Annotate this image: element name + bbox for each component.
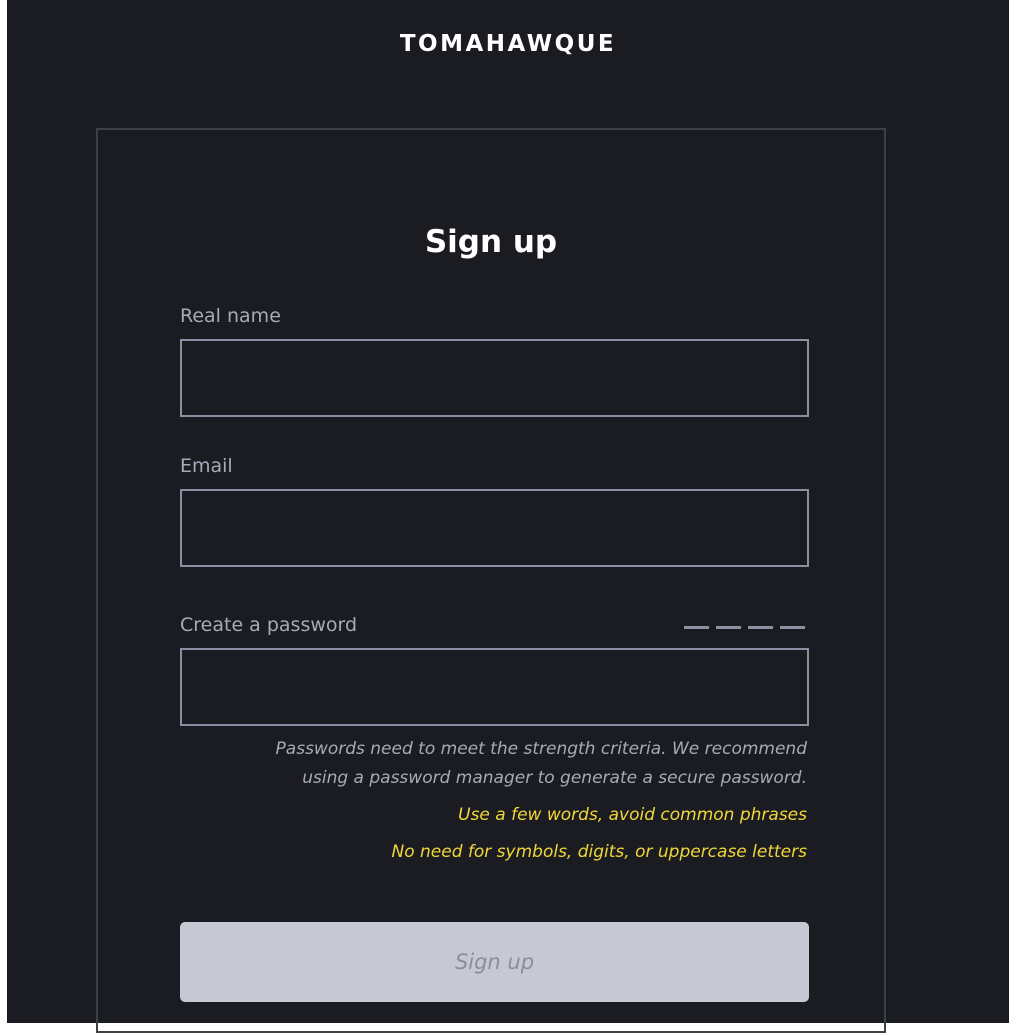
- brand-logo[interactable]: TOMAHAWQUE: [7, 31, 1009, 57]
- password-strength-meter: [684, 626, 805, 629]
- password-criteria-line-1: Passwords need to meet the strength crit…: [275, 739, 807, 759]
- real-name-label: Real name: [180, 305, 281, 327]
- password-criteria-line-2: using a password manager to generate a s…: [302, 768, 807, 788]
- email-input[interactable]: [180, 489, 809, 567]
- signup-card: Sign up Real name Email Create a passwor…: [96, 128, 886, 1033]
- password-tip-words: Use a few words, avoid common phrases: [458, 805, 807, 825]
- password-label: Create a password: [180, 614, 358, 636]
- strength-segment-3: [748, 626, 773, 629]
- sign-up-button[interactable]: Sign up: [180, 922, 809, 1002]
- app-root: TOMAHAWQUE Sign up Real name Email Creat…: [7, 0, 1009, 1033]
- real-name-input[interactable]: [180, 339, 809, 417]
- strength-segment-4: [780, 626, 805, 629]
- email-label: Email: [180, 455, 233, 477]
- password-input[interactable]: [180, 648, 809, 726]
- page-title: Sign up: [424, 224, 558, 260]
- strength-segment-1: [684, 626, 709, 629]
- strength-segment-2: [716, 626, 741, 629]
- password-criteria-text: Passwords need to meet the strength crit…: [127, 735, 807, 793]
- password-tip-symbols: No need for symbols, digits, or uppercas…: [391, 842, 807, 862]
